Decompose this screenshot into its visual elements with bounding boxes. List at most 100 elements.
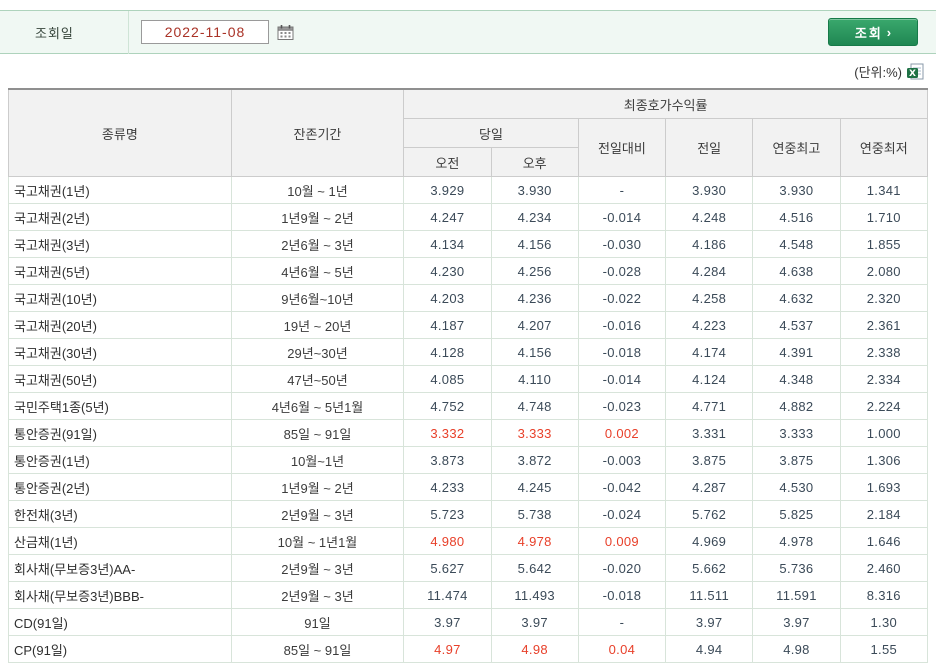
period-cell: 1년9월 ~ 2년 [230,473,405,501]
col-header-type: 종류명 [8,88,232,177]
period-cell: 29년~30년 [230,338,405,366]
year-low-cell: 2.338 [839,338,929,366]
pm-yield-cell: 4.748 [490,392,579,420]
bond-name-cell: 회사채(무보증3년)BBB- [8,581,232,609]
am-yield-cell: 5.723 [403,500,492,528]
period-cell: 1년9월 ~ 2년 [230,203,405,231]
prev-yield-cell: 3.331 [665,419,754,447]
pm-yield-cell: 4.234 [490,203,579,231]
year-high-cell: 3.333 [752,419,841,447]
change-cell: -0.030 [577,230,667,258]
bond-name-cell: 통안증권(2년) [8,473,232,501]
period-cell: 85일 ~ 91일 [230,635,405,663]
query-date-input[interactable]: 2022-11-08 [141,20,269,44]
year-low-cell: 1.646 [839,527,929,555]
chevron-right-icon: › [886,24,892,40]
change-cell: 0.009 [577,527,667,555]
prev-yield-cell: 3.875 [665,446,754,474]
period-cell: 85일 ~ 91일 [230,419,405,447]
change-cell: -0.016 [577,311,667,339]
search-button-label: 조회 [854,25,883,41]
pm-yield-cell: 4.156 [490,230,579,258]
period-cell: 2년6월 ~ 3년 [230,230,405,258]
prev-yield-cell: 4.771 [665,392,754,420]
am-yield-cell: 4.980 [403,527,492,555]
table-row: 국민주택1종(5년) 4년6월 ~ 5년1월 4.752 4.748 -0.023 4.7… [8,392,929,420]
change-cell: -0.042 [577,473,667,501]
prev-yield-cell: 4.284 [665,257,754,285]
prev-yield-cell: 5.662 [665,554,754,582]
bond-name-cell: 통안증권(91일) [8,419,232,447]
am-yield-cell: 4.233 [403,473,492,501]
am-yield-cell: 5.627 [403,554,492,582]
period-cell: 47년~50년 [230,365,405,393]
am-yield-cell: 4.203 [403,284,492,312]
calendar-icon[interactable] [277,24,294,41]
period-cell: 9년6월~10년 [230,284,405,312]
pm-yield-cell: 3.97 [490,608,579,636]
year-high-cell: 3.930 [752,176,841,204]
yield-table: 종류명 잔존기간 최종호가수익률 당일 전일대비 전일 연중최고 연중최저 오전… [8,88,929,663]
svg-text:X: X [909,68,916,78]
change-cell: - [577,176,667,204]
am-yield-cell: 3.97 [403,608,492,636]
am-yield-cell: 4.247 [403,203,492,231]
year-low-cell: 2.460 [839,554,929,582]
table-row: 통안증권(91일) 85일 ~ 91일 3.332 3.333 0.002 3.331 3.… [8,419,929,447]
bond-name-cell: 산금채(1년) [8,527,232,555]
bond-name-cell: 한전채(3년) [8,500,232,528]
search-button[interactable]: 조회 › [828,18,918,46]
year-low-cell: 1.30 [839,608,929,636]
year-low-cell: 1.710 [839,203,929,231]
period-cell: 10월 ~ 1년 [230,176,405,204]
prev-yield-cell: 4.287 [665,473,754,501]
am-yield-cell: 4.134 [403,230,492,258]
bond-name-cell: 회사채(무보증3년)AA- [8,554,232,582]
col-header-am: 오전 [403,147,492,177]
bond-name-cell: 국고채권(20년) [8,311,232,339]
prev-yield-cell: 4.969 [665,527,754,555]
col-header-change: 전일대비 [577,118,667,177]
bond-name-cell: 통안증권(1년) [8,446,232,474]
excel-export-icon[interactable]: X [907,63,924,80]
table-row: 한전채(3년) 2년9월 ~ 3년 5.723 5.738 -0.024 5.762 5.8… [8,500,929,528]
bond-name-cell: 국민주택1종(5년) [8,392,232,420]
period-cell: 91일 [230,608,405,636]
pm-yield-cell: 4.245 [490,473,579,501]
table-row: CP(91일) 85일 ~ 91일 4.97 4.98 0.04 4.94 4.98 1.55 [8,635,929,663]
prev-yield-cell: 11.511 [665,581,754,609]
prev-yield-cell: 4.174 [665,338,754,366]
change-cell: -0.024 [577,500,667,528]
col-header-year-high: 연중최고 [752,118,841,177]
period-cell: 10월~1년 [230,446,405,474]
change-cell: -0.028 [577,257,667,285]
table-row: 국고채권(1년) 10월 ~ 1년 3.929 3.930-3.930 3.930 1.3… [8,176,929,204]
am-yield-cell: 3.873 [403,446,492,474]
change-cell: -0.018 [577,581,667,609]
query-toolbar: 조회일 2022-11-08 조회 › [0,10,936,54]
col-header-prev: 전일 [665,118,754,177]
table-row: 통안증권(1년) 10월~1년 3.873 3.872 -0.003 3.875 3.875… [8,446,929,474]
year-low-cell: 1.55 [839,635,929,663]
year-high-cell: 4.978 [752,527,841,555]
change-cell: -0.014 [577,365,667,393]
change-cell: -0.023 [577,392,667,420]
year-low-cell: 2.184 [839,500,929,528]
bond-name-cell: CP(91일) [8,635,232,663]
year-high-cell: 11.591 [752,581,841,609]
table-row: 국고채권(2년) 1년9월 ~ 2년 4.247 4.234 -0.014 4.248 4.… [8,203,929,231]
pm-yield-cell: 4.110 [490,365,579,393]
year-high-cell: 4.638 [752,257,841,285]
year-low-cell: 1.000 [839,419,929,447]
pm-yield-cell: 3.333 [490,419,579,447]
bond-name-cell: 국고채권(30년) [8,338,232,366]
period-cell: 2년9월 ~ 3년 [230,500,405,528]
year-high-cell: 4.348 [752,365,841,393]
year-low-cell: 1.693 [839,473,929,501]
year-high-cell: 4.882 [752,392,841,420]
col-header-period: 잔존기간 [230,88,405,177]
table-row: 회사채(무보증3년)AA- 2년9월 ~ 3년 5.627 5.642 -0.020 5.… [8,554,929,582]
year-low-cell: 2.080 [839,257,929,285]
year-high-cell: 3.97 [752,608,841,636]
pm-yield-cell: 4.98 [490,635,579,663]
